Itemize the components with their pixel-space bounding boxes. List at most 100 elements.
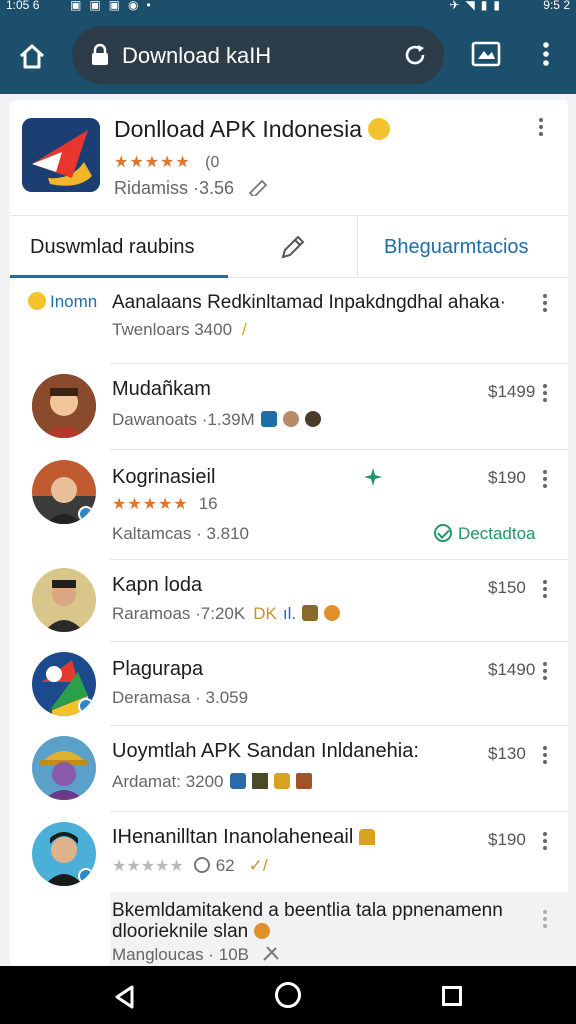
back-icon[interactable] [112,984,138,1010]
item-options-icon[interactable] [542,294,548,314]
item-sub: Raramoas ·7:20K DK ıl. [112,604,341,624]
item-price: $1499 [488,382,536,401]
folder-icon [273,773,290,789]
app-header: Donlload APK Indonesia ★★★★★ (0 Ridamiss… [10,100,568,216]
item-rating: ★★★★★ 62 ✓/ [112,856,268,875]
list-item[interactable]: Kapn loda Raramoas ·7:20K DK ıl. $150 [10,560,568,642]
grin-emoji-icon [368,118,391,140]
item-name: Uoymtlah APK Sandan Inldanehia: [112,740,419,762]
url-text: Download kaIH [122,43,272,68]
item-price: $1490 [488,660,536,679]
item-options-icon[interactable] [542,746,548,766]
system-nav-bar [0,966,576,1024]
list-item[interactable]: Inomn Aanalaans Redkinltamad Inpakdngdha… [10,278,568,364]
gift-icon [295,773,312,789]
category-tag: Inomn [28,292,97,312]
star-rating-icon: ★★★★★ [114,154,191,171]
list-item[interactable]: Kogrinasieil ★★★★★ 16 Kaltamcas · 3.810 $… [10,450,568,560]
avatar [32,460,96,524]
pencil-icon [281,235,305,259]
item-name: Kogrinasieil [112,466,216,488]
item-sub: Kaltamcas · 3.810 [112,524,250,543]
list-item[interactable]: Bkemldamitakend a beentlia tala ppnename… [110,892,568,966]
signal-icons: ✈◥▮▮ [449,0,506,12]
tabs-icon[interactable] [470,40,502,68]
flask-icon [302,605,319,621]
crown-icon [359,829,376,845]
home-icon[interactable] [14,38,50,74]
verified-badge-icon [78,698,94,714]
user-mini-icon [282,411,299,427]
item-name: Aanalaans Redkinltamad Inpakdngdhal ahak… [112,292,506,313]
emoji-icon [254,923,271,939]
item-sub: Dawanoats ·1.39M [112,410,321,430]
item-sub: Twenloars 3400/ [112,320,247,339]
page-content: Donlload APK Indonesia ★★★★★ (0 Ridamiss… [0,94,576,966]
address-bar[interactable]: Download kaIH [72,26,444,84]
star-rating-icon: ★★★★★ [112,496,189,513]
list-item[interactable]: Mudañkam Dawanoats ·1.39M $1499 [10,364,568,450]
verified-badge-icon [78,868,94,884]
status-badge[interactable]: Dectadtoa [434,524,536,544]
avatar [32,374,96,438]
group-icon [229,773,246,789]
tag-icon [260,411,277,427]
avatar [32,822,96,886]
item-options-icon[interactable] [542,832,548,852]
item-rating: ★★★★★ 16 [112,494,218,513]
status-time: 1:05 6 [6,0,40,12]
status-bar: 1:05 6 ▣▣▣◉• ✈◥▮▮ 9:5 2 [0,0,576,14]
overflow-menu-icon[interactable] [536,38,556,70]
item-name: Mudañkam [112,378,211,400]
item-name: Plagurapa [112,658,204,680]
item-price: $130 [488,744,526,763]
avatar [32,568,96,632]
tab-bar: Duswmlad raubins Bheguarmtacios [10,216,568,278]
item-options-icon[interactable] [542,910,548,930]
home-nav-icon[interactable] [275,982,301,1008]
recent-apps-icon[interactable] [442,986,462,1006]
item-description: Bkemldamitakend a beentlia tala ppnename… [112,900,503,942]
app-meta: Ridamiss ·3.56 [114,178,269,199]
item-options-icon[interactable] [542,384,548,404]
item-name: IHenanilltan Inanolaheneail [112,826,376,849]
house-icon [251,773,268,789]
browser-toolbar: Download kaIH [0,14,576,94]
rating-count: (0 [205,154,220,171]
reload-icon[interactable] [402,42,428,68]
list-item[interactable]: IHenanilltan Inanolaheneail ★★★★★ 62 ✓/ $1… [10,812,568,892]
item-options-icon[interactable] [542,580,548,600]
star-rating-icon: ★★★★★ [112,858,184,875]
item-sub: Deramasa · 3.059 [112,688,249,707]
avatar [32,736,96,800]
item-price: $150 [488,578,526,597]
app-rating: ★★★★★ (0 [114,152,219,172]
list-item[interactable]: Plagurapa Deramasa · 3.059 $1490 [10,642,568,726]
item-options-icon[interactable] [542,470,548,490]
smile-emoji-icon [28,292,46,310]
item-name: Kapn loda [112,574,203,596]
item-price: $190 [488,468,526,487]
status-battery: 9:5 2 [543,0,570,12]
item-sub: Ardamat: 3200 [112,772,312,792]
sparkle-icon [364,468,382,486]
clock-icon [193,857,210,873]
edit-icon[interactable] [247,178,269,199]
list-item[interactable]: Uoymtlah APK Sandan Inldanehia: Ardamat:… [10,726,568,812]
item-options-icon[interactable] [542,662,548,682]
verified-badge-icon [78,506,94,522]
tab-edit[interactable] [228,216,358,278]
tab-settings[interactable]: Bheguarmtacios [358,216,568,278]
tools-icon [263,946,279,961]
item-sub: Mangloucas · 10B [112,944,281,965]
avatar [32,652,96,716]
app-logo [22,118,100,192]
tab-downloads[interactable]: Duswmlad raubins [10,216,228,278]
item-price: $190 [488,830,526,849]
app-options-icon[interactable] [538,118,544,138]
app-card: Donlload APK Indonesia ★★★★★ (0 Ridamiss… [10,100,568,966]
lock-icon [92,43,108,65]
check-circle-icon [434,524,452,542]
notification-icons: ▣▣▣◉• [70,0,159,12]
user-mini-icon [304,411,321,427]
